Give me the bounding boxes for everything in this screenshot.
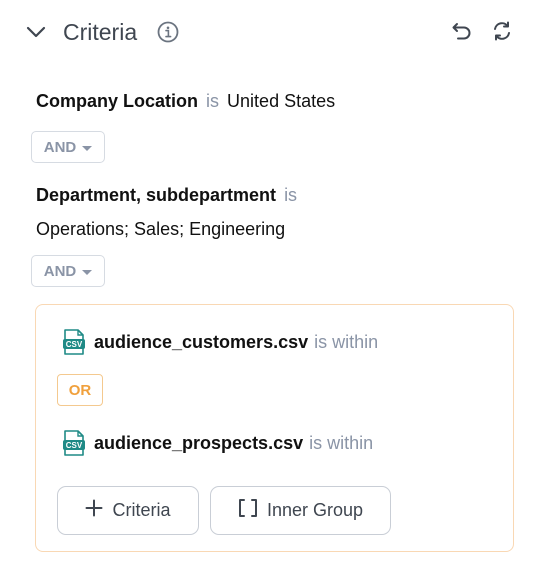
condition-value-row[interactable]: Operations; Sales; Engineering (36, 217, 285, 241)
svg-text:CSV: CSV (66, 441, 83, 450)
file-name: audience_prospects.csv (94, 432, 304, 453)
criteria-header: Criteria (24, 16, 514, 48)
header-actions (450, 19, 514, 43)
brackets-icon (238, 498, 258, 523)
add-inner-group-button[interactable]: Inner Group (210, 486, 391, 535)
csv-file-icon: CSV (62, 430, 86, 456)
refresh-icon[interactable] (490, 19, 514, 43)
chevron-down-icon[interactable] (24, 20, 48, 44)
undo-icon[interactable] (450, 19, 474, 43)
and-connector-dropdown[interactable]: AND (31, 255, 105, 287)
file-operator: is within (314, 331, 379, 352)
file-condition-customers[interactable]: CSV audience_customers.csv is within (62, 329, 378, 355)
condition-field: Department, subdepartment (36, 185, 277, 205)
and-connector-dropdown[interactable]: AND (31, 131, 105, 163)
add-criteria-label: Criteria (112, 500, 171, 520)
condition-operator: is (284, 185, 298, 205)
condition-department[interactable]: Department, subdepartment is (36, 183, 297, 207)
connector-label: AND (43, 138, 77, 156)
add-criteria-button[interactable]: Criteria (57, 486, 199, 535)
condition-operator: is (206, 91, 220, 111)
plus-icon (85, 499, 103, 522)
file-operator: is within (309, 432, 374, 453)
condition-value: Operations; Sales; Engineering (36, 219, 286, 239)
caret-down-icon (82, 145, 93, 151)
svg-text:CSV: CSV (66, 340, 83, 349)
connector-label: AND (43, 262, 77, 280)
csv-file-icon: CSV (62, 329, 86, 355)
condition-company-location[interactable]: Company Location is United States (36, 89, 335, 113)
caret-down-icon (82, 269, 93, 275)
file-name: audience_customers.csv (94, 331, 309, 352)
info-icon[interactable] (157, 21, 179, 43)
or-connector[interactable]: OR (57, 374, 103, 406)
file-condition-prospects[interactable]: CSV audience_prospects.csv is within (62, 430, 373, 456)
criteria-group: CSV audience_customers.csv is within OR … (35, 304, 514, 552)
condition-field: Company Location (36, 91, 199, 111)
connector-label: OR (68, 381, 92, 399)
inner-group-label: Inner Group (266, 500, 364, 520)
section-title: Criteria (63, 18, 138, 45)
condition-value: United States (227, 91, 336, 111)
